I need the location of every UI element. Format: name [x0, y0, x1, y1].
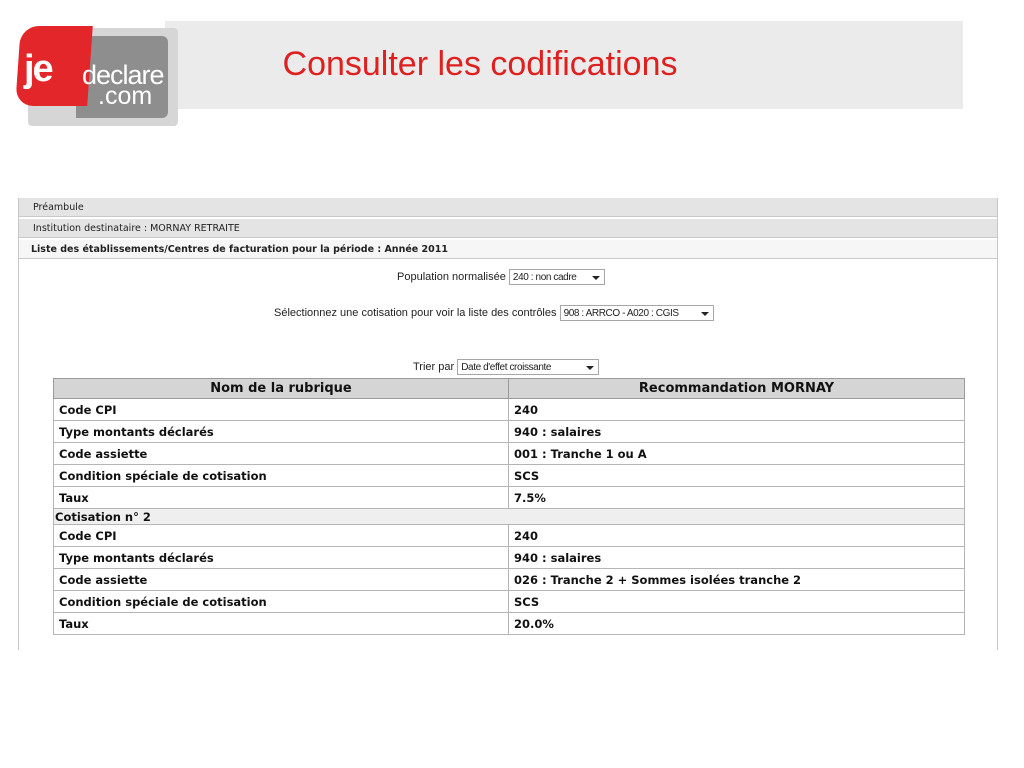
- cotisation-select-value: 908 : ARRCO - A020 : CGIS: [563, 308, 679, 319]
- population-select-value: 240 : non cadre: [512, 272, 577, 283]
- table-row: Code assiette 001 : Tranche 1 ou A: [53, 442, 965, 465]
- table-row: Condition spéciale de cotisation SCS: [53, 464, 965, 487]
- logo-text-je: je: [24, 48, 54, 90]
- recommandation-cell: 20.0%: [508, 612, 965, 635]
- table-row: Taux 7.5%: [53, 486, 965, 509]
- chevron-down-icon: [700, 312, 709, 316]
- page-title: Consulter les codifications: [282, 45, 678, 83]
- rubrique-cell: Code assiette: [53, 442, 509, 465]
- recommandation-cell: 940 : salaires: [508, 420, 965, 443]
- table-row: Taux 20.0%: [53, 612, 965, 635]
- rubrique-cell: Condition spéciale de cotisation: [53, 464, 509, 487]
- chevron-down-icon: [591, 276, 600, 280]
- population-row: Population normalisée 240 : non cadre: [397, 269, 605, 285]
- table-header-row: Nom de la rubrique Recommandation MORNAY: [53, 378, 965, 399]
- recommandation-cell: 7.5%: [508, 486, 965, 509]
- recommandation-cell: 026 : Tranche 2 + Sommes isolées tranche…: [508, 568, 965, 591]
- sort-label: Trier par: [413, 360, 455, 373]
- establishments-bar[interactable]: Liste des établissements/Centres de fact…: [19, 240, 997, 259]
- table-row: Code CPI 240: [53, 398, 965, 421]
- cotisation-row: Sélectionnez une cotisation pour voir la…: [274, 305, 714, 321]
- logo-text-com: .com: [98, 82, 153, 110]
- institution-bar[interactable]: Institution destinataire : MORNAY RETRAI…: [19, 219, 997, 238]
- column-header-rubrique: Nom de la rubrique: [53, 378, 509, 399]
- rubrique-cell: Code CPI: [53, 524, 509, 547]
- rubrique-cell: Taux: [53, 486, 509, 509]
- table-row: Type montants déclarés 940 : salaires: [53, 420, 965, 443]
- chevron-down-icon: [586, 366, 595, 370]
- rubrique-cell: Type montants déclarés: [53, 420, 509, 443]
- population-select[interactable]: 240 : non cadre: [508, 269, 605, 285]
- recommandation-cell: SCS: [508, 464, 965, 487]
- codifications-table: Nom de la rubrique Recommandation MORNAY…: [53, 378, 965, 635]
- preamble-bar[interactable]: Préambule: [19, 198, 997, 217]
- column-header-recommandation: Recommandation MORNAY: [508, 378, 965, 399]
- codifications-panel: Préambule Institution destinataire : MOR…: [18, 198, 998, 650]
- jedeclare-logo: je declare .com: [15, 26, 178, 126]
- recommandation-cell: 240: [508, 524, 965, 547]
- sort-select[interactable]: Date d'effet croissante: [457, 359, 600, 375]
- section-title: Cotisation n° 2: [53, 508, 965, 525]
- recommandation-cell: 240: [508, 398, 965, 421]
- section-row: Cotisation n° 2: [53, 508, 965, 525]
- rubrique-cell: Condition spéciale de cotisation: [53, 590, 509, 613]
- rubrique-cell: Taux: [53, 612, 509, 635]
- recommandation-cell: SCS: [508, 590, 965, 613]
- cotisation-select[interactable]: 908 : ARRCO - A020 : CGIS: [559, 305, 714, 321]
- cotisation-label: Sélectionnez une cotisation pour voir la…: [274, 306, 557, 319]
- population-label: Population normalisée: [397, 270, 506, 283]
- rubrique-cell: Code CPI: [53, 398, 509, 421]
- sort-select-value: Date d'effet croissante: [461, 362, 552, 373]
- rubrique-cell: Type montants déclarés: [53, 546, 509, 569]
- table-row: Condition spéciale de cotisation SCS: [53, 590, 965, 613]
- table-row: Code assiette 026 : Tranche 2 + Sommes is…: [53, 568, 965, 591]
- recommandation-cell: 940 : salaires: [508, 546, 965, 569]
- table-row: Type montants déclarés 940 : salaires: [53, 546, 965, 569]
- sort-row: Trier par Date d'effet croissante: [413, 359, 600, 375]
- recommandation-cell: 001 : Tranche 1 ou A: [508, 442, 965, 465]
- table-row: Code CPI 240: [53, 524, 965, 547]
- rubrique-cell: Code assiette: [53, 568, 509, 591]
